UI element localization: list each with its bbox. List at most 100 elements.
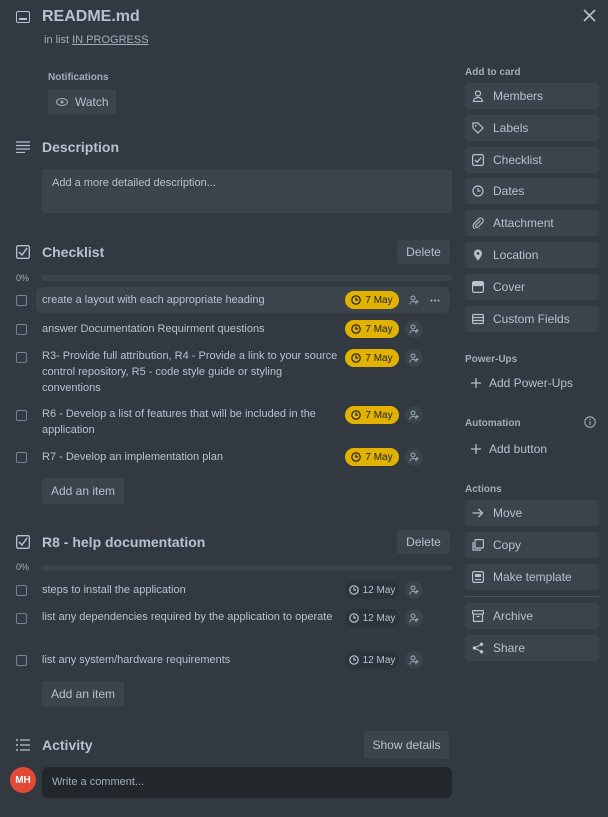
notifications-label: Notifications (48, 72, 109, 83)
plus-icon (471, 378, 481, 388)
share-button[interactable]: Share (465, 635, 599, 661)
make-template-label: Make template (493, 570, 572, 584)
checklist-label: Checklist (493, 153, 542, 167)
move-button[interactable]: Move (465, 500, 599, 526)
assign-member-icon[interactable] (405, 448, 423, 466)
assign-member-icon[interactable] (405, 349, 423, 367)
due-date-badge[interactable]: 7 May (345, 406, 399, 424)
add-item-button[interactable]: Add an item (42, 681, 124, 707)
checklist-title[interactable]: Checklist (42, 244, 104, 260)
watch-label: Watch (75, 95, 109, 109)
automation-label: Automation (465, 418, 521, 429)
add-to-card-label: Add to card (465, 67, 521, 78)
copy-button[interactable]: Copy (465, 532, 599, 558)
add-powerups-button[interactable]: Add Power-Ups (465, 370, 599, 396)
archive-label: Archive (493, 609, 534, 623)
activity-title: Activity (42, 737, 93, 753)
assign-member-icon[interactable] (405, 291, 423, 309)
due-date-badge[interactable]: 7 May (345, 291, 399, 309)
comment-placeholder: Write a comment... (52, 776, 145, 788)
archive-icon (471, 609, 485, 623)
clock-icon (348, 655, 359, 665)
checklist-item-checkbox[interactable] (16, 655, 27, 666)
card-icon (16, 11, 30, 23)
checklist-item-checkbox[interactable] (16, 585, 27, 596)
checklist-item-checkbox[interactable] (16, 324, 27, 335)
card-title[interactable]: README.md (42, 8, 140, 26)
description-icon (16, 141, 30, 153)
checklist-item-text[interactable]: steps to install the application (42, 582, 342, 598)
assign-member-icon[interactable] (405, 406, 423, 424)
clock-icon (351, 410, 362, 420)
watch-button[interactable]: Watch (48, 89, 116, 115)
due-date-badge[interactable]: 7 May (345, 320, 399, 338)
members-button[interactable]: Members (465, 83, 599, 109)
due-date-badge[interactable]: 12 May (345, 581, 399, 599)
labels-button[interactable]: Labels (465, 115, 599, 141)
cover-icon (471, 280, 485, 294)
location-button[interactable]: Location (465, 242, 599, 268)
checklist-item-checkbox[interactable] (16, 613, 27, 624)
delete-checklist-button[interactable]: Delete (397, 240, 450, 264)
checklist-item-checkbox[interactable] (16, 452, 27, 463)
avatar[interactable]: MH (10, 767, 36, 793)
checklist-item-text[interactable]: R6 - Develop a list of features that wil… (42, 406, 342, 438)
due-date-badge[interactable]: 12 May (345, 609, 399, 627)
assign-member-icon[interactable] (405, 320, 423, 338)
dates-button[interactable]: Dates (465, 178, 599, 204)
checklist-progress-label: 0% (16, 562, 30, 572)
add-item-button[interactable]: Add an item (42, 478, 124, 504)
actions-divider (465, 596, 599, 597)
members-label: Members (493, 89, 544, 103)
description-input[interactable]: Add a more detailed description... (42, 169, 452, 213)
checklist-item-text[interactable]: R7 - Develop an implementation plan (42, 449, 342, 465)
due-date-badge[interactable]: 7 May (345, 349, 399, 367)
cover-button[interactable]: Cover (465, 274, 599, 300)
checklist-item-checkbox[interactable] (16, 410, 27, 421)
close-icon[interactable] (583, 9, 596, 22)
make-template-button[interactable]: Make template (465, 564, 599, 590)
checklist-progress-bar (42, 275, 452, 281)
archive-button[interactable]: Archive (465, 603, 599, 629)
custom-fields-label: Custom Fields (493, 312, 570, 326)
move-label: Move (493, 506, 523, 520)
checklist-icon (16, 245, 30, 259)
due-date-text: 7 May (365, 323, 393, 335)
checklist-item-checkbox[interactable] (16, 352, 27, 363)
due-date-badge[interactable]: 7 May (345, 448, 399, 466)
assign-member-icon[interactable] (405, 651, 423, 669)
info-icon[interactable] (584, 416, 596, 428)
assign-member-icon[interactable] (405, 609, 423, 627)
tag-icon (471, 121, 485, 135)
checklist-item-text[interactable]: create a layout with each appropriate he… (42, 292, 342, 308)
location-label: Location (493, 248, 539, 262)
activity-icon (16, 739, 30, 751)
custom-fields-button[interactable]: Custom Fields (465, 306, 599, 332)
checklist-icon (16, 535, 30, 549)
list-reference: in list IN PROGRESS (44, 34, 149, 46)
more-options-icon[interactable] (426, 291, 444, 309)
checklist-button[interactable]: Checklist (465, 147, 599, 173)
add-powerups-label: Add Power-Ups (489, 376, 574, 390)
show-details-button[interactable]: Show details (364, 731, 449, 759)
checklist-item-text[interactable]: list any system/hardware requirements (42, 652, 342, 668)
checklist-item-text[interactable]: answer Documentation Requirment question… (42, 321, 342, 337)
delete-checklist-button[interactable]: Delete (397, 530, 450, 554)
comment-input[interactable]: Write a comment... (42, 767, 452, 798)
labels-label: Labels (493, 121, 529, 135)
clock-icon (351, 452, 362, 462)
due-date-badge[interactable]: 12 May (345, 651, 399, 669)
checklist-item-text[interactable]: list any dependencies required by the ap… (42, 609, 342, 625)
attachment-button[interactable]: Attachment (465, 210, 599, 236)
checklist-item-text[interactable]: R3- Provide full attribution, R4 - Provi… (42, 348, 342, 396)
add-button-button[interactable]: Add button (465, 436, 599, 462)
copy-label: Copy (493, 538, 522, 552)
arrow-right-icon (471, 506, 485, 520)
list-name-link[interactable]: IN PROGRESS (72, 34, 148, 46)
checklist-title[interactable]: R8 - help documentation (42, 534, 205, 550)
custom-fields-icon (471, 312, 485, 326)
description-title: Description (42, 139, 120, 155)
checklist-item-checkbox[interactable] (16, 295, 27, 306)
due-date-text: 12 May (362, 654, 396, 666)
assign-member-icon[interactable] (405, 581, 423, 599)
